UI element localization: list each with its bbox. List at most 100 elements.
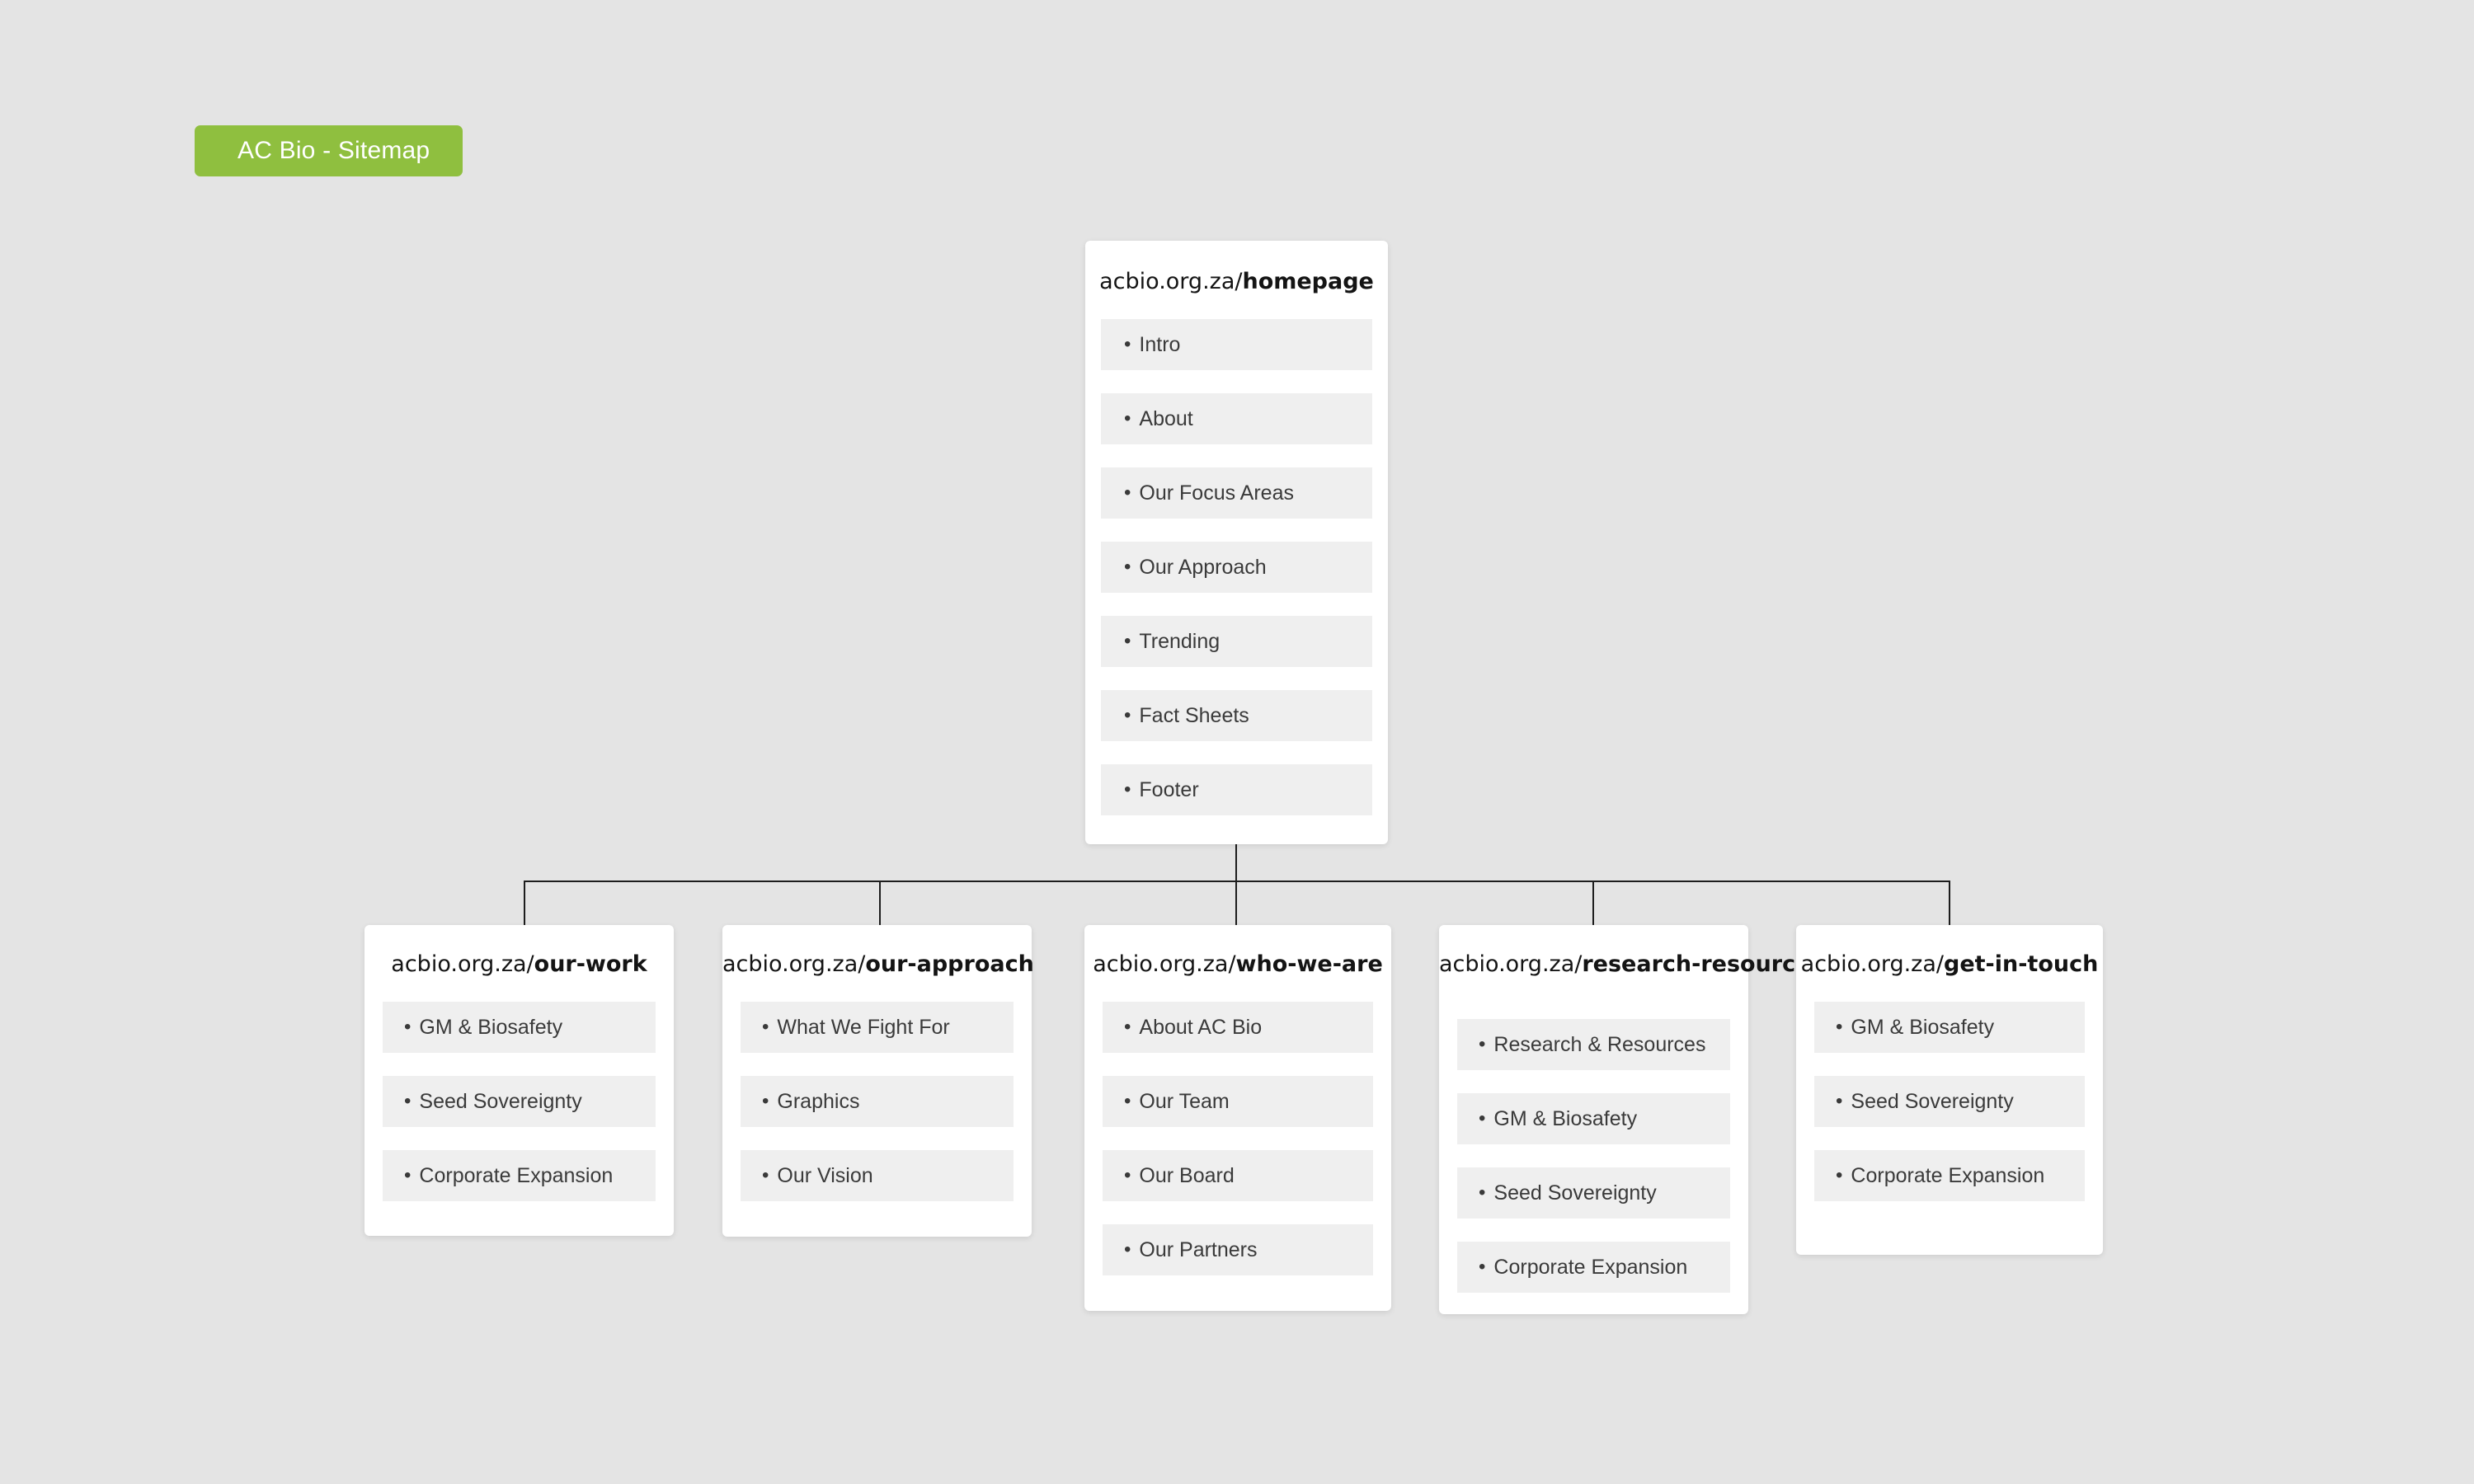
connector-drop-our-approach [879, 881, 881, 925]
page-card-domain: acbio.org.za/ [1099, 269, 1243, 294]
page-section-item[interactable]: • Graphics [741, 1076, 1014, 1127]
page-card-our-work[interactable]: acbio.org.za/our-work • GM & Biosafety •… [365, 925, 674, 1236]
page-section-item[interactable]: • GM & Biosafety [1457, 1093, 1730, 1144]
page-section-label: Graphics [777, 1089, 860, 1113]
page-section-list-homepage: • Intro • About • Our Focus Areas • Our … [1085, 319, 1388, 815]
page-card-title-research-resources: acbio.org.za/research-resources [1439, 951, 1824, 977]
page-section-item[interactable]: • Seed Sovereignty [1814, 1076, 2085, 1127]
page-card-domain: acbio.org.za/ [1439, 951, 1583, 977]
bullet-icon: • [404, 1090, 412, 1112]
sitemap-canvas: AC Bio - Sitemap acbio.org.za/homepage •… [0, 0, 2474, 1484]
page-card-domain: acbio.org.za/ [391, 951, 534, 977]
page-section-item[interactable]: • Our Focus Areas [1101, 467, 1372, 519]
bullet-icon: • [1124, 1090, 1131, 1112]
page-section-label: Corporate Expansion [419, 1163, 614, 1187]
sitemap-title-badge: AC Bio - Sitemap [195, 125, 463, 176]
page-section-label: Research & Resources [1493, 1032, 1706, 1056]
page-section-list-get-in-touch: • GM & Biosafety • Seed Sovereignty • Co… [1796, 1002, 2103, 1201]
page-section-label: Seed Sovereignty [419, 1089, 582, 1113]
page-section-item[interactable]: • What We Fight For [741, 1002, 1014, 1053]
page-card-domain: acbio.org.za/ [1093, 951, 1236, 977]
page-section-label: Our Vision [777, 1163, 873, 1187]
bullet-icon: • [1124, 704, 1131, 726]
page-card-domain: acbio.org.za/ [722, 951, 866, 977]
page-section-item[interactable]: • About [1101, 393, 1372, 444]
bullet-icon: • [404, 1016, 412, 1038]
page-section-item[interactable]: • Our Approach [1101, 542, 1372, 593]
page-section-label: About [1139, 406, 1193, 430]
page-card-slug: our-approach [865, 951, 1034, 977]
page-section-label: Our Board [1139, 1163, 1235, 1187]
bullet-icon: • [1836, 1164, 1843, 1186]
page-section-item[interactable]: • Corporate Expansion [1814, 1150, 2085, 1201]
page-section-item[interactable]: • Seed Sovereignty [1457, 1167, 1730, 1219]
page-section-item[interactable]: • Our Team [1103, 1076, 1373, 1127]
page-card-domain: acbio.org.za/ [1800, 951, 1944, 977]
bullet-icon: • [1124, 333, 1131, 355]
page-card-homepage[interactable]: acbio.org.za/homepage • Intro • About • … [1085, 241, 1388, 844]
page-section-item[interactable]: • Corporate Expansion [1457, 1242, 1730, 1293]
bullet-icon: • [1124, 630, 1131, 652]
page-section-label: Seed Sovereignty [1493, 1181, 1657, 1205]
page-card-slug: research-resources [1582, 951, 1824, 977]
page-section-label: GM & Biosafety [1493, 1106, 1638, 1130]
page-card-slug: our-work [534, 951, 647, 977]
page-section-item[interactable]: • Our Vision [741, 1150, 1014, 1201]
page-card-title-our-work: acbio.org.za/our-work [365, 953, 674, 975]
page-section-label: What We Fight For [777, 1015, 950, 1039]
page-card-who-we-are[interactable]: acbio.org.za/who-we-are • About AC Bio •… [1084, 925, 1391, 1311]
page-section-item[interactable]: • About AC Bio [1103, 1002, 1373, 1053]
sitemap-title-label: AC Bio - Sitemap [238, 137, 430, 164]
page-card-research-resources[interactable]: acbio.org.za/research-resources • Resear… [1439, 925, 1824, 1314]
page-section-item[interactable]: • GM & Biosafety [383, 1002, 656, 1053]
page-section-item[interactable]: • GM & Biosafety [1814, 1002, 2085, 1053]
page-section-label: About AC Bio [1139, 1015, 1263, 1039]
page-section-list-research-resources: • Research & Resources • GM & Biosafety … [1439, 1019, 1748, 1293]
bullet-icon: • [1124, 481, 1131, 504]
page-section-item[interactable]: • Research & Resources [1457, 1019, 1730, 1070]
connector-drop-get-in-touch [1949, 881, 1950, 925]
page-card-get-in-touch[interactable]: acbio.org.za/get-in-touch • GM & Biosafe… [1796, 925, 2103, 1255]
page-section-label: Seed Sovereignty [1851, 1089, 2014, 1113]
page-section-item[interactable]: • Fact Sheets [1101, 690, 1372, 741]
page-card-title-get-in-touch: acbio.org.za/get-in-touch [1796, 953, 2103, 975]
page-section-label: Intro [1139, 332, 1181, 356]
page-section-label: Our Partners [1139, 1237, 1258, 1261]
page-section-label: Our Focus Areas [1139, 481, 1294, 505]
page-section-list-our-approach: • What We Fight For • Graphics • Our Vis… [722, 1002, 1032, 1201]
page-section-list-who-we-are: • About AC Bio • Our Team • Our Board • … [1084, 1002, 1391, 1275]
bullet-icon: • [1124, 407, 1131, 430]
bullet-icon: • [762, 1164, 769, 1186]
page-section-item[interactable]: • Our Board [1103, 1150, 1373, 1201]
bullet-icon: • [1124, 556, 1131, 578]
page-section-label: Corporate Expansion [1851, 1163, 2045, 1187]
bullet-icon: • [404, 1164, 412, 1186]
bullet-icon: • [1479, 1107, 1486, 1129]
page-section-item[interactable]: • Corporate Expansion [383, 1150, 656, 1201]
page-card-title-our-approach: acbio.org.za/our-approach [722, 951, 1034, 977]
bullet-icon: • [1124, 1238, 1131, 1261]
page-card-slug: homepage [1242, 269, 1374, 294]
page-card-slug: who-we-are [1235, 951, 1383, 977]
bullet-icon: • [1479, 1181, 1486, 1204]
page-section-list-our-work: • GM & Biosafety • Seed Sovereignty • Co… [365, 1002, 674, 1201]
page-section-item[interactable]: • Footer [1101, 764, 1372, 815]
page-section-item[interactable]: • Intro [1101, 319, 1372, 370]
bullet-icon: • [762, 1090, 769, 1112]
page-section-label: Our Team [1139, 1089, 1230, 1113]
page-card-title-homepage: acbio.org.za/homepage [1085, 270, 1388, 293]
bullet-icon: • [1836, 1090, 1843, 1112]
bullet-icon: • [762, 1016, 769, 1038]
page-section-item[interactable]: • Our Partners [1103, 1224, 1373, 1275]
page-card-our-approach[interactable]: acbio.org.za/our-approach • What We Figh… [722, 925, 1034, 1237]
page-section-item[interactable]: • Trending [1101, 616, 1372, 667]
bullet-icon: • [1124, 1016, 1131, 1038]
page-section-label: GM & Biosafety [1851, 1015, 1995, 1039]
page-section-label: Corporate Expansion [1493, 1255, 1688, 1279]
connector-root-drop [1235, 844, 1237, 881]
page-section-item[interactable]: • Seed Sovereignty [383, 1076, 656, 1127]
page-card-title-who-we-are: acbio.org.za/who-we-are [1084, 953, 1391, 975]
page-section-label: Fact Sheets [1139, 703, 1249, 727]
connector-drop-research-resources [1592, 881, 1594, 925]
bullet-icon: • [1836, 1016, 1843, 1038]
